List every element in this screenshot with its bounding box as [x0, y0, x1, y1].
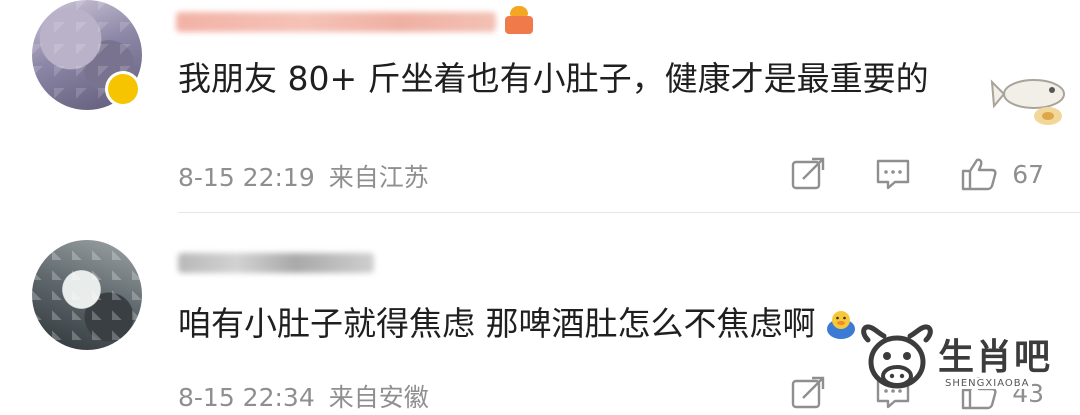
duck-emoji-icon	[826, 311, 855, 339]
comment-text: 咱有小肚子就得焦虑 那啤酒肚怎么不焦虑啊	[178, 302, 858, 346]
thumbs-up-icon	[961, 158, 997, 191]
comment-item-1: 我朋友 80+ 斤坐着也有小肚子，健康才是最重要的 8-15 22:19 来自江苏	[0, 0, 1080, 212]
comment-text: 我朋友 80+ 斤坐着也有小肚子，健康才是最重要的	[178, 59, 929, 98]
username-blurred[interactable]	[178, 253, 374, 273]
watermark-sub: SHENGXIAOBA	[942, 378, 1033, 389]
comment-actions: 67	[742, 154, 1044, 194]
watermark-brand: 生肖吧	[938, 337, 1053, 378]
fish-sticker-icon	[990, 79, 1065, 125]
like-button[interactable]: 67	[960, 156, 1044, 192]
comment-text-content: 咱有小肚子就得焦虑 那啤酒肚怎么不焦虑啊	[178, 304, 816, 343]
repost-button[interactable]	[790, 156, 826, 192]
ox-logo-icon	[861, 324, 933, 389]
comment-meta: 8-15 22:34 来自安徽	[178, 378, 429, 414]
comment-meta: 8-15 22:19 来自江苏	[178, 158, 429, 194]
reply-button[interactable]	[874, 156, 912, 192]
repost-icon	[791, 157, 825, 190]
user-badge-icon	[108, 74, 138, 104]
comment-icon	[876, 159, 910, 190]
watermark: 生肖吧 SHENGXIAOBA	[858, 320, 1068, 410]
comment-time: 8-15 22:34	[178, 383, 315, 412]
like-count: 67	[1012, 159, 1044, 189]
repost-button[interactable]	[790, 375, 826, 411]
repost-icon	[791, 376, 825, 409]
comment-location: 来自安徽	[328, 383, 429, 412]
avatar[interactable]	[32, 240, 142, 350]
comment-location: 来自江苏	[328, 163, 429, 192]
comment-time: 8-15 22:19	[178, 163, 315, 192]
fan-badge-icon	[503, 6, 535, 36]
username-blurred[interactable]	[176, 12, 496, 32]
